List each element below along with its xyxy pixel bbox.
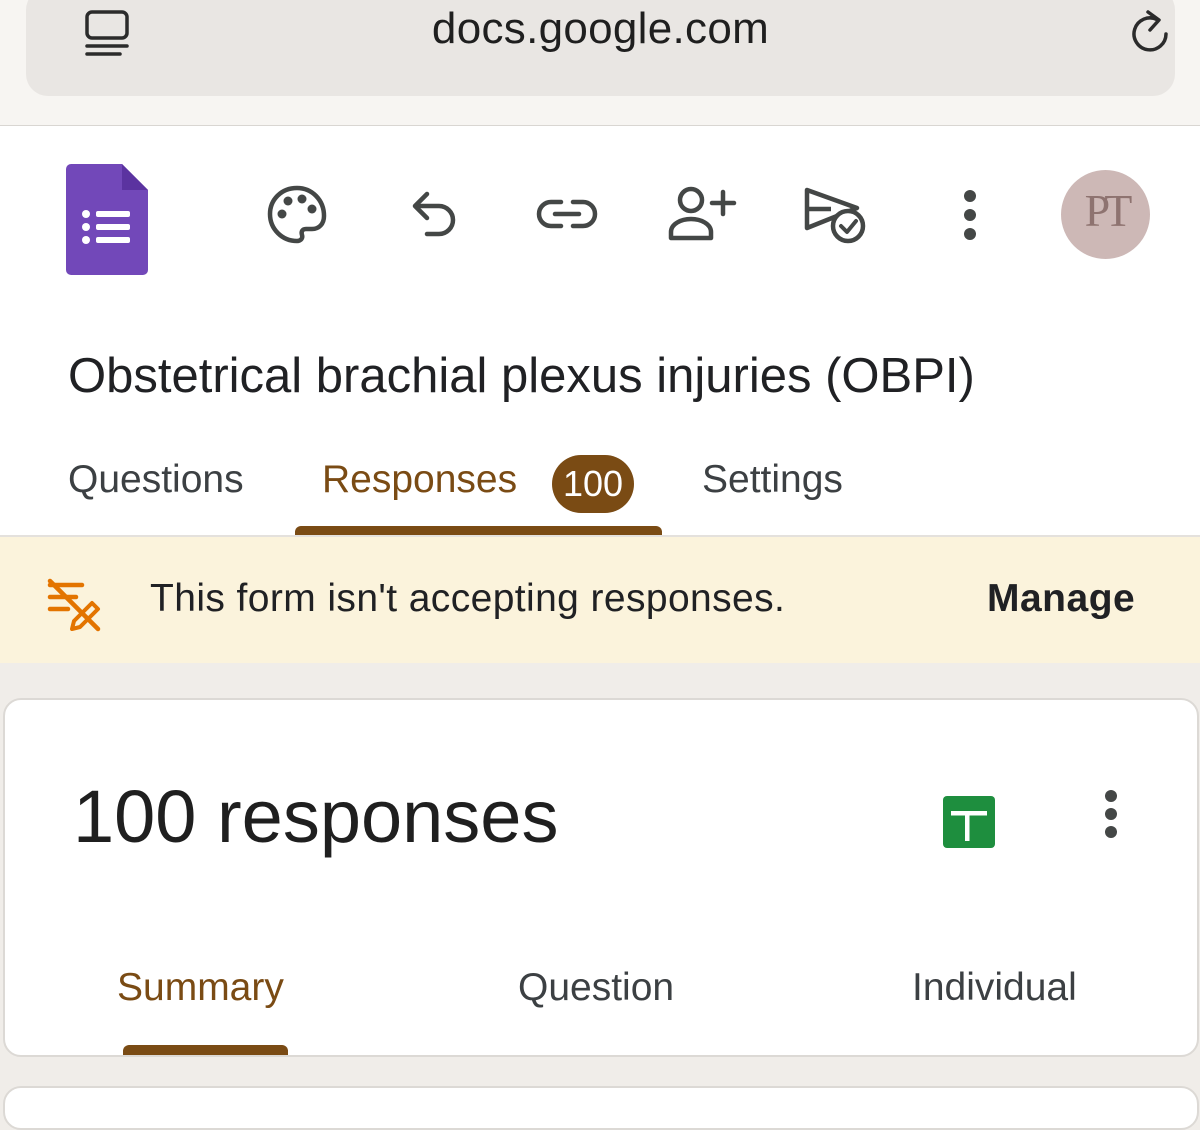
subtab-question[interactable]: Question (518, 966, 674, 1010)
reload-icon[interactable] (1126, 4, 1176, 65)
address-bar[interactable]: docs.google.com (26, 0, 1175, 96)
responses-summary-card: 100 responses Summary Question Individua… (3, 698, 1199, 1057)
publish-icon[interactable] (801, 184, 871, 255)
url-text[interactable]: docs.google.com (26, 4, 1175, 54)
add-collaborator-icon[interactable] (667, 184, 737, 251)
forms-app-header: PT Obstetrical brachial plexus injuries … (0, 126, 1200, 537)
link-icon[interactable] (535, 184, 599, 251)
tab-questions[interactable]: Questions (68, 458, 244, 502)
avatar-monogram: PT (1084, 185, 1133, 236)
next-card-edge (3, 1086, 1199, 1130)
active-subtab-indicator (123, 1045, 288, 1055)
active-tab-indicator (295, 526, 662, 535)
undo-icon[interactable] (405, 184, 461, 251)
google-forms-logo-icon[interactable] (66, 164, 148, 281)
browser-toolbar: docs.google.com (0, 0, 1200, 126)
responses-more-icon[interactable] (1099, 788, 1123, 845)
account-avatar[interactable]: PT (1061, 170, 1150, 259)
responses-off-icon (46, 577, 104, 638)
tab-responses[interactable]: Responses (322, 458, 517, 502)
google-sheets-icon[interactable] (943, 796, 995, 853)
banner-message: This form isn't accepting responses. (150, 577, 786, 620)
responses-count-title: 100 responses (73, 775, 559, 858)
not-accepting-banner: This form isn't accepting responses. Man… (0, 537, 1200, 663)
manage-button[interactable]: Manage (987, 577, 1135, 621)
form-title: Obstetrical brachial plexus injuries (OB… (68, 349, 975, 403)
more-vert-icon[interactable] (958, 184, 982, 251)
responses-count-badge: 100 (552, 455, 634, 513)
subtab-summary[interactable]: Summary (117, 966, 284, 1010)
palette-icon[interactable] (266, 184, 328, 251)
subtab-individual[interactable]: Individual (912, 966, 1077, 1010)
tab-settings[interactable]: Settings (702, 458, 843, 502)
